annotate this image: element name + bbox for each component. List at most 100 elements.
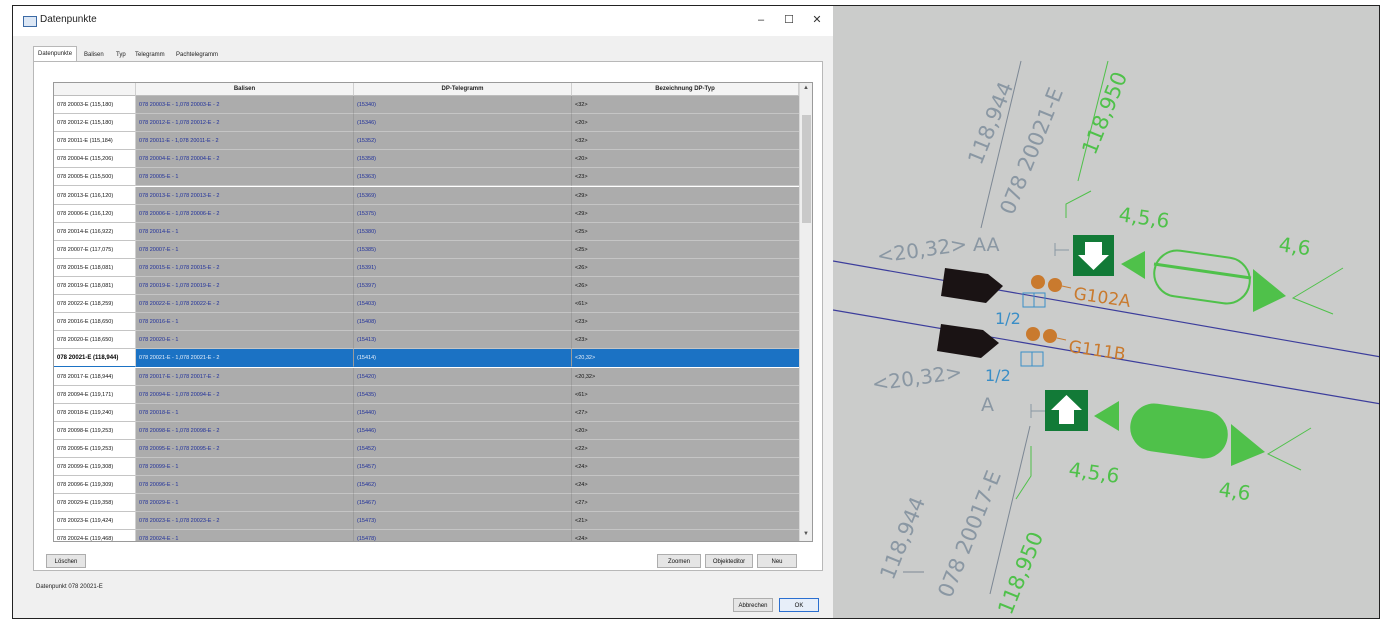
minimize-button[interactable]: – <box>750 11 772 29</box>
cell-datenpunkt[interactable]: 078 20018-E (119,240) <box>54 403 136 422</box>
table-row[interactable]: 078 20016-E (118,650) 078 20016-E - 1 (154… <box>54 313 799 332</box>
cell-balisen[interactable]: 078 20003-E - 1,078 20003-E - 2 <box>136 96 354 114</box>
cell-datenpunkt[interactable]: 078 20004-E (115,206) <box>54 150 136 169</box>
track-plan-canvas[interactable]: 118,944 078 20021-E 118,944 078 20017-E … <box>832 6 1379 618</box>
cell-dp-typ[interactable]: <22> <box>572 439 799 458</box>
cell-datenpunkt[interactable]: 078 20012-E (115,180) <box>54 114 136 133</box>
cell-dp-telegramm[interactable]: (15403) <box>354 295 572 314</box>
cell-dp-telegramm[interactable]: (15346) <box>354 114 572 133</box>
cell-datenpunkt[interactable]: 078 20096-E (119,309) <box>54 476 136 495</box>
cell-dp-typ[interactable]: <61> <box>572 295 799 314</box>
cell-dp-typ[interactable]: <32> <box>572 132 799 151</box>
cell-dp-telegramm[interactable]: (15478) <box>354 530 572 541</box>
table-row[interactable]: 078 20011-E (115,184) 078 20011-E - 1,078… <box>54 132 799 151</box>
cell-balisen[interactable]: 078 20013-E - 1,078 20013-E - 2 <box>136 186 354 205</box>
cell-datenpunkt[interactable]: 078 20013-E (116,120) <box>54 186 136 205</box>
cell-balisen[interactable]: 078 20012-E - 1,078 20012-E - 2 <box>136 114 354 133</box>
cell-dp-telegramm[interactable]: (15385) <box>354 240 572 259</box>
cell-datenpunkt[interactable]: 078 20020-E (118,650) <box>54 331 136 350</box>
cell-balisen[interactable]: 078 20094-E - 1,078 20094-E - 2 <box>136 385 354 404</box>
cell-balisen[interactable]: 078 20098-E - 1,078 20098-E - 2 <box>136 421 354 440</box>
cell-datenpunkt[interactable]: 078 20023-E (119,424) <box>54 512 136 531</box>
cell-datenpunkt[interactable]: 078 20006-E (116,120) <box>54 204 136 223</box>
cell-balisen[interactable]: 078 20024-E - 1 <box>136 530 354 541</box>
cell-balisen[interactable]: 078 20004-E - 1,078 20004-E - 2 <box>136 150 354 169</box>
table-row[interactable]: 078 20013-E (116,120) 078 20013-E - 1,078… <box>54 186 799 205</box>
cell-dp-telegramm[interactable]: (15457) <box>354 458 572 476</box>
delete-button[interactable]: Löschen <box>46 554 86 568</box>
cell-datenpunkt[interactable]: 078 20095-E (119,253) <box>54 439 136 458</box>
cell-dp-typ[interactable]: <20> <box>572 114 799 133</box>
table-row[interactable]: 078 20021-E (118,944) 078 20021-E - 1,078… <box>54 349 799 368</box>
cell-dp-telegramm[interactable]: (15413) <box>354 331 572 350</box>
cell-dp-typ[interactable]: <23> <box>572 313 799 332</box>
cell-dp-typ[interactable]: <26> <box>572 277 799 295</box>
cell-balisen[interactable]: 078 20011-E - 1,078 20011-E - 2 <box>136 132 354 151</box>
cell-datenpunkt[interactable]: 078 20016-E (118,650) <box>54 313 136 332</box>
cell-datenpunkt[interactable]: 078 20005-E (115,500) <box>54 168 136 187</box>
cell-datenpunkt[interactable]: 078 20024-E (119,468) <box>54 530 136 541</box>
cell-dp-telegramm[interactable]: (15414) <box>354 349 572 368</box>
cell-dp-telegramm[interactable]: (15462) <box>354 476 572 495</box>
table-row[interactable]: 078 20094-E (119,171) 078 20094-E - 1,078… <box>54 385 799 404</box>
cell-balisen[interactable]: 078 20016-E - 1 <box>136 313 354 332</box>
cell-datenpunkt[interactable]: 078 20011-E (115,184) <box>54 132 136 151</box>
cell-balisen[interactable]: 078 20095-E - 1,078 20095-E - 2 <box>136 439 354 458</box>
cell-dp-typ[interactable]: <21> <box>572 512 799 531</box>
cell-datenpunkt[interactable]: 078 20007-E (117,075) <box>54 240 136 259</box>
cell-dp-typ[interactable]: <26> <box>572 258 799 277</box>
cell-dp-typ[interactable]: <25> <box>572 240 799 259</box>
cell-dp-typ[interactable]: <27> <box>572 494 799 513</box>
table-row[interactable]: 078 20024-E (119,468) 078 20024-E - 1 (154… <box>54 530 799 541</box>
cell-dp-typ[interactable]: <24> <box>572 530 799 541</box>
cell-dp-telegramm[interactable]: (15473) <box>354 512 572 531</box>
table-row[interactable]: 078 20004-E (115,206) 078 20004-E - 1,078… <box>54 150 799 169</box>
cell-dp-typ[interactable]: <24> <box>572 476 799 495</box>
cell-balisen[interactable]: 078 20015-E - 1,078 20015-E - 2 <box>136 258 354 277</box>
cell-balisen[interactable]: 078 20023-E - 1,078 20023-E - 2 <box>136 512 354 531</box>
cell-dp-telegramm[interactable]: (15358) <box>354 150 572 169</box>
cell-dp-typ[interactable]: <20> <box>572 421 799 440</box>
table-row[interactable]: 078 20096-E (119,309) 078 20096-E - 1 (154… <box>54 476 799 495</box>
cell-datenpunkt[interactable]: 078 20094-E (119,171) <box>54 385 136 404</box>
cell-balisen[interactable]: 078 20029-E - 1 <box>136 494 354 513</box>
cell-dp-telegramm[interactable]: (15446) <box>354 421 572 440</box>
table-row[interactable]: 078 20014-E (116,922) 078 20014-E - 1 (153… <box>54 222 799 241</box>
cell-balisen[interactable]: 078 20017-E - 1,078 20017-E - 2 <box>136 367 354 386</box>
maximize-button[interactable]: ☐ <box>778 11 800 29</box>
cancel-button[interactable]: Abbrechen <box>733 598 773 612</box>
cell-datenpunkt[interactable]: 078 20003-E (115,180) <box>54 96 136 114</box>
table-row[interactable]: 078 20019-E (118,081) 078 20019-E - 1,078… <box>54 277 799 295</box>
table-row[interactable]: 078 20015-E (118,081) 078 20015-E - 1,078… <box>54 258 799 277</box>
cell-balisen[interactable]: 078 20020-E - 1 <box>136 331 354 350</box>
cell-dp-telegramm[interactable]: (15375) <box>354 204 572 223</box>
table-row[interactable]: 078 20006-E (116,120) 078 20006-E - 1,078… <box>54 204 799 223</box>
cell-datenpunkt[interactable]: 078 20021-E (118,944) <box>54 349 136 368</box>
cell-dp-telegramm[interactable]: (15380) <box>354 222 572 241</box>
cell-dp-typ[interactable]: <32> <box>572 96 799 114</box>
cell-datenpunkt[interactable]: 078 20029-E (119,358) <box>54 494 136 513</box>
ok-button[interactable]: OK <box>779 598 819 612</box>
cell-dp-telegramm[interactable]: (15363) <box>354 168 572 187</box>
cell-balisen[interactable]: 078 20014-E - 1 <box>136 222 354 241</box>
table-row[interactable]: 078 20022-E (118,259) 078 20022-E - 1,078… <box>54 295 799 314</box>
cell-dp-telegramm[interactable]: (15452) <box>354 439 572 458</box>
scroll-up-arrow-icon[interactable]: ▲ <box>803 85 809 91</box>
cell-datenpunkt[interactable]: 078 20098-E (119,253) <box>54 421 136 440</box>
table-row[interactable]: 078 20003-E (115,180) 078 20003-E - 1,078… <box>54 96 799 114</box>
cell-dp-telegramm[interactable]: (15352) <box>354 132 572 151</box>
cell-dp-telegramm[interactable]: (15408) <box>354 313 572 332</box>
table-row[interactable]: 078 20020-E (118,650) 078 20020-E - 1 (154… <box>54 331 799 350</box>
column-header-dp-typ[interactable]: Bezeichnung DP-Typ <box>572 83 799 96</box>
column-header-balisen[interactable]: Balisen <box>136 83 354 96</box>
cell-dp-typ[interactable]: <29> <box>572 186 799 205</box>
cell-dp-typ[interactable]: <20> <box>572 150 799 169</box>
cell-dp-typ[interactable]: <25> <box>572 222 799 241</box>
cell-dp-telegramm[interactable]: (15420) <box>354 367 572 386</box>
cell-dp-telegramm[interactable]: (15340) <box>354 96 572 114</box>
column-header-dp-telegramm[interactable]: DP-Telegramm <box>354 83 572 96</box>
column-header-datenpunkt[interactable] <box>54 83 136 96</box>
cell-dp-telegramm[interactable]: (15435) <box>354 385 572 404</box>
cell-balisen[interactable]: 078 20018-E - 1 <box>136 403 354 422</box>
new-button[interactable]: Neu <box>757 554 797 568</box>
